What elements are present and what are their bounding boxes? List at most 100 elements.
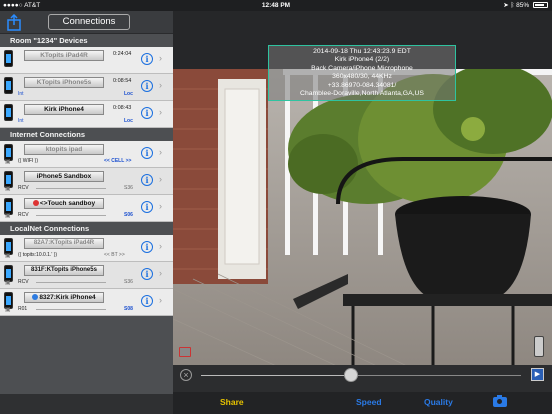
chevron-right-icon[interactable]: › — [159, 80, 162, 90]
signal-bar — [36, 188, 106, 189]
connection-row[interactable]: KTopits iPhone5s 0:08:54 Int Loc i › — [0, 74, 173, 101]
device-name-button[interactable]: 831F:KTopits iPhone5s — [24, 265, 104, 276]
chevron-right-icon[interactable]: › — [159, 295, 162, 305]
connections-panel: Connections Room "1234" Devices KTopits i… — [0, 11, 173, 414]
android-icon: ▣ — [5, 307, 11, 313]
network-type: << CELL >> — [104, 158, 132, 164]
connection-duration: 0:08:54 — [113, 78, 132, 84]
device-name-button[interactable]: iPhone5 Sandbox — [24, 171, 104, 182]
chevron-right-icon[interactable]: › — [159, 53, 162, 63]
connection-row[interactable]: KTopits iPad4R 0:24:04 i › — [0, 47, 173, 74]
globe-icon — [32, 294, 39, 301]
bluetooth-icon: ᛒ — [510, 2, 515, 9]
connection-row[interactable]: ▣ ktopits ipad (( WIFI )) << CELL >> i › — [0, 141, 173, 168]
connection-type: Int — [18, 91, 24, 97]
connection-row[interactable]: ▣ <>Touch sandboy RCV S06 i › — [0, 195, 173, 222]
record-icon — [32, 200, 39, 207]
device-name: KTopits iPhone5s — [36, 79, 92, 86]
info-icon[interactable]: i — [141, 295, 153, 307]
overlay-location: Chamblee-Doraville,North Atlanta,GA,US — [300, 90, 424, 98]
android-icon: ▣ — [5, 213, 11, 219]
chevron-right-icon[interactable]: › — [159, 241, 162, 251]
overlay-coordinates: +33.86970-084.34081/ — [327, 81, 397, 89]
connection-type: (( WIFI )) — [18, 158, 38, 164]
android-icon: ▣ — [5, 159, 11, 165]
chevron-right-icon[interactable]: › — [159, 174, 162, 184]
battery-percent: 85% — [516, 2, 530, 9]
android-icon: ▣ — [5, 280, 11, 286]
nav-bar: Connections — [0, 11, 173, 34]
device-name: KTopits iPad4R — [40, 52, 88, 59]
device-name: iPhone5 Sandbox — [36, 173, 92, 180]
device-name-button[interactable]: KTopits iPhone5s — [24, 77, 104, 88]
device-name-button[interactable]: KTopits iPad4R — [24, 50, 104, 61]
connection-status: Loc — [124, 91, 133, 97]
info-icon[interactable]: i — [141, 147, 153, 159]
chevron-right-icon[interactable]: › — [159, 201, 162, 211]
connection-status: S36 — [124, 279, 133, 285]
info-icon[interactable]: i — [141, 268, 153, 280]
chevron-right-icon[interactable]: › — [159, 268, 162, 278]
playback-slider-knob[interactable] — [344, 368, 359, 382]
nav-title: Connections — [48, 14, 130, 30]
connection-sections: Room "1234" Devices KTopits iPad4R 0:24:04… — [0, 34, 173, 316]
left-toolbar — [0, 394, 173, 414]
info-icon[interactable]: i — [141, 241, 153, 253]
connection-type: Int — [18, 118, 24, 124]
section-header: LocalNet Connections — [0, 222, 173, 235]
connection-type: RCV — [18, 185, 29, 191]
overlay-format: 360x480/30, 44KHz — [332, 73, 392, 81]
location-icon: ➤ — [503, 2, 509, 9]
info-icon[interactable]: i — [141, 80, 153, 92]
connection-status: Loc — [124, 118, 133, 124]
speed-button[interactable]: Speed — [356, 397, 382, 407]
connection-type: (( topits:10.0.1.' )) — [18, 252, 58, 258]
chevron-right-icon[interactable]: › — [159, 107, 162, 117]
next-icon[interactable]: ▶ — [531, 368, 544, 381]
device-name-button[interactable]: <>Touch sandboy — [24, 198, 104, 209]
connection-status: S06 — [124, 212, 133, 218]
connection-row[interactable]: ▣ 8327:Kirk iPhone4 R01 S08 i › — [0, 289, 173, 316]
status-bar: ●●●●○ AT&T 12:48 PM ➤ ᛒ 85% — [0, 0, 552, 11]
quality-button[interactable]: Quality — [424, 397, 453, 407]
connection-row[interactable]: ▣ iPhone5 Sandbox RCV S36 i › — [0, 168, 173, 195]
camera-icon[interactable] — [493, 395, 507, 407]
device-thumbnail-icon[interactable] — [534, 336, 544, 357]
signal-bar — [36, 282, 106, 283]
android-icon: ▣ — [5, 186, 11, 192]
connection-status: S36 — [124, 185, 133, 191]
signal-bar — [36, 309, 106, 310]
connection-type: RCV — [18, 279, 29, 285]
device-name: <>Touch sandboy — [39, 200, 96, 207]
share-icon[interactable] — [6, 14, 22, 31]
connection-row[interactable]: Kirk iPhone4 0:08:43 Int Loc i › — [0, 101, 173, 128]
close-icon[interactable]: × — [180, 369, 192, 381]
chevron-right-icon[interactable]: › — [159, 147, 162, 157]
device-name: 82A7:KTopits iPad4R — [33, 240, 95, 246]
status-right: ➤ ᛒ 85% — [503, 0, 548, 11]
network-type: << BT >> — [104, 252, 125, 258]
status-time: 12:48 PM — [261, 2, 291, 9]
playback-controls: × ▶ — [173, 365, 552, 392]
connection-row[interactable]: ▣ 82A7:KTopits iPad4R (( topits:10.0.1.' )… — [0, 235, 173, 262]
info-icon[interactable]: i — [141, 53, 153, 65]
connection-type: R01 — [18, 306, 28, 312]
playback-slider[interactable] — [201, 375, 521, 376]
video-info-overlay: 2014-09-18 Thu 12:43:23.9 EDT Kirk iPhon… — [268, 45, 456, 101]
connection-duration: 0:08:43 — [113, 105, 132, 111]
device-name-button[interactable]: Kirk iPhone4 — [24, 104, 104, 115]
device-name-button[interactable]: ktopits ipad — [24, 144, 104, 155]
battery-icon — [533, 2, 548, 9]
camera-thumbnail-icon[interactable] — [179, 347, 191, 357]
bottom-toolbar: Share Speed Quality — [173, 392, 552, 414]
device-name-button[interactable]: 8327:Kirk iPhone4 — [24, 292, 104, 303]
info-icon[interactable]: i — [141, 107, 153, 119]
device-name: 8327:Kirk iPhone4 — [39, 294, 96, 301]
phone-icon — [4, 50, 13, 67]
info-icon[interactable]: i — [141, 174, 153, 186]
device-name-button[interactable]: 82A7:KTopits iPad4R — [24, 238, 104, 249]
share-button[interactable]: Share — [220, 397, 244, 407]
overlay-source: Back Camera/iPhone Microphone — [311, 64, 413, 72]
connection-row[interactable]: ▣ 831F:KTopits iPhone5s RCV S36 i › — [0, 262, 173, 289]
info-icon[interactable]: i — [141, 201, 153, 213]
